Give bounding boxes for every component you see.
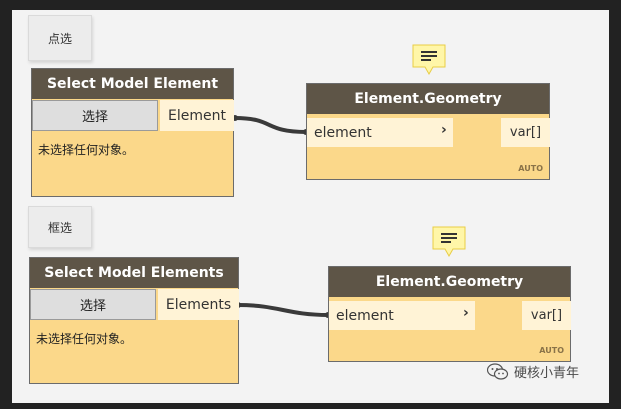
note-icon[interactable] xyxy=(412,44,446,76)
node-title: Select Model Element xyxy=(32,69,233,99)
output-port-var[interactable]: var[] xyxy=(501,118,550,147)
output-port-elements[interactable]: Elements xyxy=(158,289,239,320)
input-port-element[interactable]: element xyxy=(329,301,475,330)
graph-canvas[interactable]: 点选 框选 Select Model Element 选择 Element 未选… xyxy=(12,10,609,403)
group-label-text: 点选 xyxy=(47,31,72,46)
node-title: Element.Geometry xyxy=(307,84,549,114)
wire-elements-to-geometry xyxy=(237,303,329,317)
note-icon[interactable] xyxy=(432,226,466,258)
wechat-icon xyxy=(486,362,509,380)
node-title: Element.Geometry xyxy=(329,267,570,297)
lacing-indicator[interactable]: AUTO xyxy=(539,346,564,355)
chevron-right-icon[interactable]: › xyxy=(441,122,447,138)
selection-status: 未选择任何对象。 xyxy=(36,332,133,346)
output-port-element[interactable]: Element xyxy=(160,100,234,131)
node-element-geometry[interactable]: Element.Geometry element › var[] AUTO xyxy=(328,266,571,362)
watermark-text: 硬核小青年 xyxy=(513,366,579,381)
lacing-indicator[interactable]: AUTO xyxy=(518,164,543,173)
output-port-var[interactable]: var[] xyxy=(522,301,571,330)
group-label-box-select[interactable]: 框选 xyxy=(28,206,92,248)
watermark: 硬核小青年 xyxy=(486,362,579,381)
node-title: Select Model Elements xyxy=(30,258,238,288)
node-element-geometry[interactable]: Element.Geometry element › var[] AUTO xyxy=(306,83,550,180)
selection-status: 未选择任何对象。 xyxy=(38,143,135,157)
select-button[interactable]: 选择 xyxy=(32,100,158,131)
input-port-element[interactable]: element xyxy=(307,118,453,147)
wire-element-to-geometry xyxy=(234,116,307,134)
group-label-text: 框选 xyxy=(47,220,72,235)
chevron-right-icon[interactable]: › xyxy=(463,305,469,321)
group-label-point-select[interactable]: 点选 xyxy=(28,15,92,61)
node-select-model-element[interactable]: Select Model Element 选择 Element 未选择任何对象。 xyxy=(31,68,234,197)
select-button[interactable]: 选择 xyxy=(30,289,156,320)
node-select-model-elements[interactable]: Select Model Elements 选择 Elements 未选择任何对… xyxy=(29,257,239,384)
